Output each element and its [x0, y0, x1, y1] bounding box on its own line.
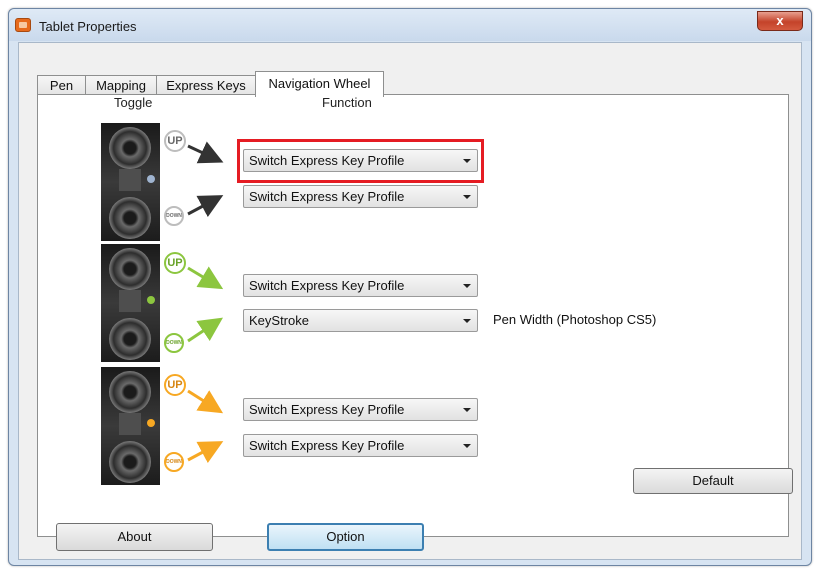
about-button[interactable]: About [56, 523, 213, 551]
default-button[interactable]: Default [633, 468, 793, 494]
arrow-up-gray [187, 141, 224, 164]
arrow-up-orange [187, 389, 224, 414]
tab-navigation-wheel[interactable]: Navigation Wheel [255, 71, 384, 97]
arrow-up-green [187, 266, 224, 290]
option-button[interactable]: Option [267, 523, 424, 551]
arrow-down-gray [187, 195, 224, 218]
arrow-down-orange [187, 441, 224, 464]
arrow-down-green [187, 317, 223, 343]
